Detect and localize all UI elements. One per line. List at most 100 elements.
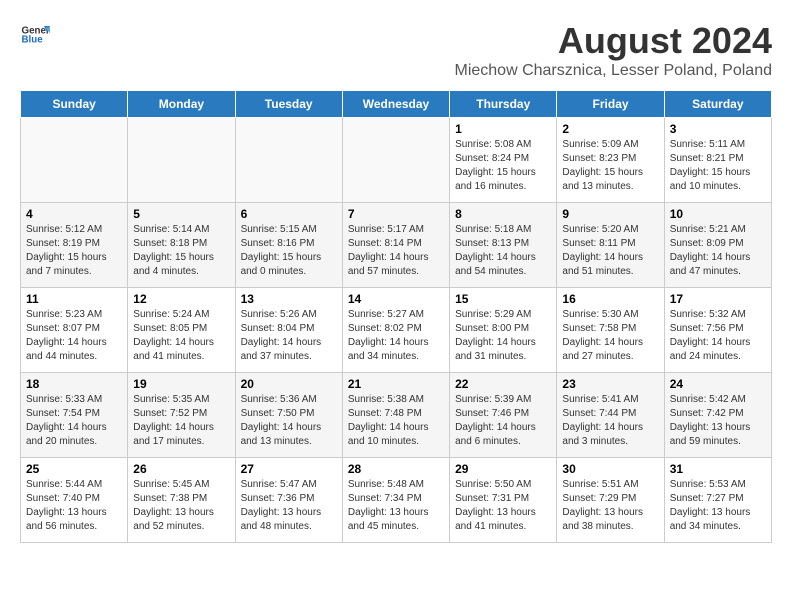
- calendar-cell: 12Sunrise: 5:24 AM Sunset: 8:05 PM Dayli…: [128, 288, 235, 373]
- title-area: August 2024 Miechow Charsznica, Lesser P…: [455, 20, 773, 80]
- day-info: Sunrise: 5:15 AM Sunset: 8:16 PM Dayligh…: [241, 223, 337, 279]
- day-info: Sunrise: 5:09 AM Sunset: 8:23 PM Dayligh…: [562, 138, 658, 194]
- day-number: 21: [348, 377, 444, 391]
- calendar-cell: 18 Sunrise: 5:33 AM Sunset: 7:54 PM Dayli…: [21, 373, 128, 458]
- day-info: Sunrise: 5:21 AM Sunset: 8:09 PM Dayligh…: [670, 223, 766, 279]
- day-number: 3: [670, 122, 766, 136]
- day-number: 10: [670, 207, 766, 221]
- calendar-body: 1 Sunrise: 5:08 AM Sunset: 8:24 PM Daylig…: [21, 118, 772, 543]
- calendar-cell: 20Sunrise: 5:36 AM Sunset: 7:50 PM Dayli…: [235, 373, 342, 458]
- calendar-cell: 8 Sunrise: 5:18 AM Sunset: 8:13 PM Daylig…: [450, 203, 557, 288]
- day-number: 18: [26, 377, 122, 391]
- day-number: 16: [562, 292, 658, 306]
- calendar-cell: 14 Sunrise: 5:27 AM Sunset: 8:02 PM Dayli…: [342, 288, 449, 373]
- day-info: Sunrise: 5:29 AM Sunset: 8:00 PM Dayligh…: [455, 308, 551, 364]
- day-number: 23: [562, 377, 658, 391]
- calendar-cell: 2 Sunrise: 5:09 AM Sunset: 8:23 PM Daylig…: [557, 118, 664, 203]
- calendar-cell: [342, 118, 449, 203]
- day-info: Sunrise: 5:20 AM Sunset: 8:11 PM Dayligh…: [562, 223, 658, 279]
- day-number: 7: [348, 207, 444, 221]
- week-row-4: 18 Sunrise: 5:33 AM Sunset: 7:54 PM Dayli…: [21, 373, 772, 458]
- calendar-cell: 26Sunrise: 5:45 AM Sunset: 7:38 PM Dayli…: [128, 458, 235, 543]
- day-number: 20: [241, 377, 337, 391]
- page-header: General Blue August 2024 Miechow Charszn…: [20, 20, 772, 80]
- day-number: 11: [26, 292, 122, 306]
- day-info: Sunrise: 5:48 AM Sunset: 7:34 PM Dayligh…: [348, 478, 444, 534]
- logo: General Blue: [20, 20, 50, 50]
- calendar-cell: 29 Sunrise: 5:50 AM Sunset: 7:31 PM Dayli…: [450, 458, 557, 543]
- calendar-cell: [21, 118, 128, 203]
- day-info: Sunrise: 5:11 AM Sunset: 8:21 PM Dayligh…: [670, 138, 766, 194]
- calendar-cell: 23 Sunrise: 5:41 AM Sunset: 7:44 PM Dayli…: [557, 373, 664, 458]
- day-number: 1: [455, 122, 551, 136]
- day-info: Sunrise: 5:44 AM Sunset: 7:40 PM Dayligh…: [26, 478, 122, 534]
- calendar-cell: 19Sunrise: 5:35 AM Sunset: 7:52 PM Dayli…: [128, 373, 235, 458]
- calendar-cell: 28 Sunrise: 5:48 AM Sunset: 7:34 PM Dayli…: [342, 458, 449, 543]
- calendar-table: SundayMondayTuesdayWednesdayThursdayFrid…: [20, 90, 772, 543]
- header-monday: Monday: [128, 91, 235, 118]
- day-info: Sunrise: 5:50 AM Sunset: 7:31 PM Dayligh…: [455, 478, 551, 534]
- day-info: Sunrise: 5:23 AM Sunset: 8:07 PM Dayligh…: [26, 308, 122, 364]
- calendar-cell: 10 Sunrise: 5:21 AM Sunset: 8:09 PM Dayli…: [664, 203, 771, 288]
- day-number: 12: [133, 292, 229, 306]
- calendar-cell: 17 Sunrise: 5:32 AM Sunset: 7:56 PM Dayli…: [664, 288, 771, 373]
- day-info: Sunrise: 5:33 AM Sunset: 7:54 PM Dayligh…: [26, 393, 122, 449]
- day-number: 9: [562, 207, 658, 221]
- day-info: Sunrise: 5:38 AM Sunset: 7:48 PM Dayligh…: [348, 393, 444, 449]
- day-number: 25: [26, 462, 122, 476]
- day-number: 5: [133, 207, 229, 221]
- calendar-cell: 21 Sunrise: 5:38 AM Sunset: 7:48 PM Dayli…: [342, 373, 449, 458]
- day-info: Sunrise: 5:32 AM Sunset: 7:56 PM Dayligh…: [670, 308, 766, 364]
- calendar-cell: 13 Sunrise: 5:26 AM Sunset: 8:04 PM Dayli…: [235, 288, 342, 373]
- day-number: 17: [670, 292, 766, 306]
- day-number: 4: [26, 207, 122, 221]
- day-number: 31: [670, 462, 766, 476]
- day-info: Sunrise: 5:18 AM Sunset: 8:13 PM Dayligh…: [455, 223, 551, 279]
- day-info: Sunrise: 5:26 AM Sunset: 8:04 PM Dayligh…: [241, 308, 337, 364]
- calendar-cell: 15 Sunrise: 5:29 AM Sunset: 8:00 PM Dayli…: [450, 288, 557, 373]
- header-sunday: Sunday: [21, 91, 128, 118]
- calendar-cell: 5 Sunrise: 5:14 AM Sunset: 8:18 PM Daylig…: [128, 203, 235, 288]
- day-number: 14: [348, 292, 444, 306]
- header-saturday: Saturday: [664, 91, 771, 118]
- day-number: 22: [455, 377, 551, 391]
- calendar-cell: 6 Sunrise: 5:15 AM Sunset: 8:16 PM Daylig…: [235, 203, 342, 288]
- day-number: 30: [562, 462, 658, 476]
- day-info: Sunrise: 5:30 AM Sunset: 7:58 PM Dayligh…: [562, 308, 658, 364]
- day-info: Sunrise: 5:08 AM Sunset: 8:24 PM Dayligh…: [455, 138, 551, 194]
- day-number: 13: [241, 292, 337, 306]
- calendar-cell: 27Sunrise: 5:47 AM Sunset: 7:36 PM Dayli…: [235, 458, 342, 543]
- day-info: Sunrise: 5:12 AM Sunset: 8:19 PM Dayligh…: [26, 223, 122, 279]
- day-number: 27: [241, 462, 337, 476]
- day-number: 8: [455, 207, 551, 221]
- day-info: Sunrise: 5:51 AM Sunset: 7:29 PM Dayligh…: [562, 478, 658, 534]
- day-info: Sunrise: 5:17 AM Sunset: 8:14 PM Dayligh…: [348, 223, 444, 279]
- logo-icon: General Blue: [20, 20, 50, 50]
- calendar-cell: 16 Sunrise: 5:30 AM Sunset: 7:58 PM Dayli…: [557, 288, 664, 373]
- day-number: 2: [562, 122, 658, 136]
- day-number: 15: [455, 292, 551, 306]
- calendar-cell: 4 Sunrise: 5:12 AM Sunset: 8:19 PM Daylig…: [21, 203, 128, 288]
- calendar-cell: 30 Sunrise: 5:51 AM Sunset: 7:29 PM Dayli…: [557, 458, 664, 543]
- calendar-cell: 9 Sunrise: 5:20 AM Sunset: 8:11 PM Daylig…: [557, 203, 664, 288]
- header-friday: Friday: [557, 91, 664, 118]
- header-tuesday: Tuesday: [235, 91, 342, 118]
- day-info: Sunrise: 5:14 AM Sunset: 8:18 PM Dayligh…: [133, 223, 229, 279]
- day-info: Sunrise: 5:27 AM Sunset: 8:02 PM Dayligh…: [348, 308, 444, 364]
- day-number: 24: [670, 377, 766, 391]
- day-number: 29: [455, 462, 551, 476]
- day-number: 26: [133, 462, 229, 476]
- day-info: Sunrise: 5:39 AM Sunset: 7:46 PM Dayligh…: [455, 393, 551, 449]
- main-title: August 2024: [455, 20, 773, 62]
- header-thursday: Thursday: [450, 91, 557, 118]
- day-number: 28: [348, 462, 444, 476]
- subtitle: Miechow Charsznica, Lesser Poland, Polan…: [455, 62, 773, 80]
- day-number: 6: [241, 207, 337, 221]
- calendar-cell: 24Sunrise: 5:42 AM Sunset: 7:42 PM Dayli…: [664, 373, 771, 458]
- day-info: Sunrise: 5:41 AM Sunset: 7:44 PM Dayligh…: [562, 393, 658, 449]
- calendar-cell: 7 Sunrise: 5:17 AM Sunset: 8:14 PM Daylig…: [342, 203, 449, 288]
- week-row-5: 25 Sunrise: 5:44 AM Sunset: 7:40 PM Dayli…: [21, 458, 772, 543]
- calendar-cell: 31Sunrise: 5:53 AM Sunset: 7:27 PM Dayli…: [664, 458, 771, 543]
- week-row-3: 11 Sunrise: 5:23 AM Sunset: 8:07 PM Dayli…: [21, 288, 772, 373]
- calendar-cell: 25 Sunrise: 5:44 AM Sunset: 7:40 PM Dayli…: [21, 458, 128, 543]
